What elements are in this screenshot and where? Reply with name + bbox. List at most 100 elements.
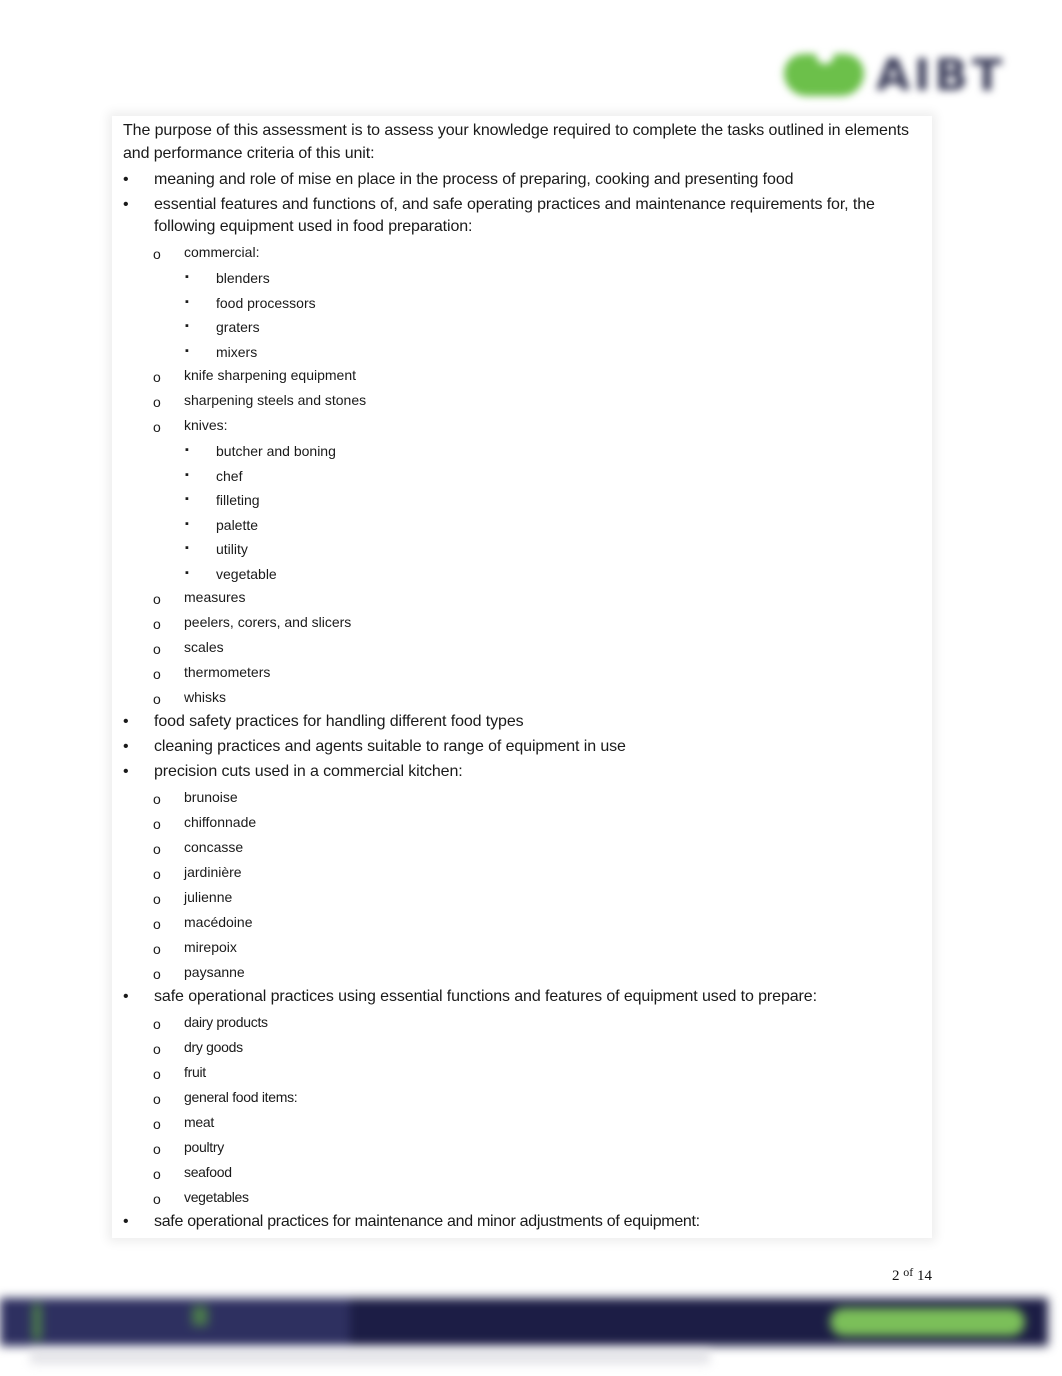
list-item-level-3: ▪ vegetable xyxy=(123,562,923,587)
list-item-text: butcher and boning xyxy=(216,443,336,459)
aibt-logo: AIBT xyxy=(778,48,1018,104)
list-item-text: palette xyxy=(216,516,259,533)
list-item-level-2: o jardinière xyxy=(123,861,923,886)
list-item-text: measures xyxy=(184,589,246,605)
page-number: 2 of 14 xyxy=(892,1265,932,1285)
list-item-level-2: o thermometers xyxy=(123,661,923,686)
list-item-level-3: ▪ utility xyxy=(123,537,923,562)
footer-left-block xyxy=(0,1298,350,1346)
knowledge-list: • meaning and role of mise en place in th… xyxy=(123,169,923,1233)
circle-bullet-icon: o xyxy=(153,369,161,385)
list-item-text: graters xyxy=(216,319,260,335)
list-item-level-1: • precision cuts used in a commercial kit… xyxy=(123,761,923,783)
list-item-level-3: ▪ chef xyxy=(123,464,923,489)
list-item-text: essential features and functions of, and… xyxy=(154,196,875,235)
circle-bullet-icon: o xyxy=(153,1091,161,1107)
list-item-level-3: ▪ graters xyxy=(123,315,923,340)
circle-bullet-icon: o xyxy=(153,841,161,857)
bullet-icon: • xyxy=(123,738,129,755)
list-item-text: poultry xyxy=(184,1139,224,1155)
footer-accent-icon xyxy=(192,1306,208,1326)
list-item-level-2: o scales xyxy=(123,636,923,661)
bullet-icon: • xyxy=(123,988,129,1005)
list-item-level-3: ▪ mixers xyxy=(123,340,923,365)
circle-bullet-icon: o xyxy=(153,966,161,982)
circle-bullet-icon: o xyxy=(153,591,161,607)
list-item-text: meaning and role of mise en place in the… xyxy=(154,171,794,188)
list-item-level-2: o mirepoix xyxy=(123,936,923,961)
list-item-text: knives: xyxy=(184,417,228,433)
list-item-level-3: ▪ butcher and boning xyxy=(123,439,923,464)
list-item-text: knife sharpening equipment xyxy=(184,367,357,383)
list-item-text: safe operational practices for maintenan… xyxy=(154,1213,700,1230)
circle-bullet-icon: o xyxy=(153,616,161,632)
list-item-level-2: o commercial: xyxy=(123,241,923,266)
square-bullet-icon: ▪ xyxy=(185,344,189,357)
list-item-text: thermometers xyxy=(184,664,271,680)
circle-bullet-icon: o xyxy=(153,791,161,807)
list-item-text: mixers xyxy=(216,343,258,360)
list-item-text: food processors xyxy=(216,294,316,311)
circle-bullet-icon: o xyxy=(153,1066,161,1082)
list-item-text: chef xyxy=(216,467,243,484)
list-item-level-2: o vegetables xyxy=(123,1186,923,1211)
circle-bullet-icon: o xyxy=(153,941,161,957)
circle-bullet-icon: o xyxy=(153,641,161,657)
circle-bullet-icon: o xyxy=(153,866,161,882)
list-item-level-2: o macédoine xyxy=(123,911,923,936)
list-item-level-2: o concasse xyxy=(123,836,923,861)
square-bullet-icon: ▪ xyxy=(185,444,189,456)
bullet-icon: • xyxy=(123,171,129,188)
list-item-text: concasse xyxy=(184,839,244,855)
list-item-level-1: • food safety practices for handling diff… xyxy=(123,711,923,733)
square-bullet-icon: ▪ xyxy=(185,271,189,283)
page-current: 2 xyxy=(892,1268,900,1284)
list-item-level-1: • meaning and role of mise en place in th… xyxy=(123,169,923,191)
circle-bullet-icon: o xyxy=(153,1116,161,1132)
circle-bullet-icon: o xyxy=(153,816,161,832)
list-item-level-2: o measures xyxy=(123,586,923,611)
circle-bullet-icon: o xyxy=(153,666,161,682)
list-item-level-1: • cleaning practices and agents suitable … xyxy=(123,736,923,758)
list-item-text: julienne xyxy=(184,889,233,905)
list-item-text: cleaning practices and agents suitable t… xyxy=(154,738,626,755)
list-item-text: food safety practices for handling diffe… xyxy=(154,713,524,730)
list-item-level-2: o chiffonnade xyxy=(123,811,923,836)
list-item-text: scales xyxy=(184,639,224,655)
circle-bullet-icon: o xyxy=(153,1141,161,1157)
list-item-level-2: o sharpening steels and stones xyxy=(123,389,923,414)
page-total: 14 xyxy=(917,1268,932,1284)
list-item-text: precision cuts used in a commercial kitc… xyxy=(154,763,463,780)
list-item-level-2: o general food items: xyxy=(123,1086,923,1111)
circle-bullet-icon: o xyxy=(153,1041,161,1057)
square-bullet-icon: ▪ xyxy=(185,493,189,505)
list-item-level-1: • safe operational practices using essent… xyxy=(123,986,923,1008)
logo-text: AIBT xyxy=(876,50,1006,101)
document-body: The purpose of this assessment is to ass… xyxy=(123,119,923,1236)
list-item-level-2: o dry goods xyxy=(123,1036,923,1061)
list-item-text: brunoise xyxy=(184,789,238,805)
list-item-level-2: o seafood xyxy=(123,1161,923,1186)
logo-mark-icon xyxy=(784,48,864,96)
circle-bullet-icon: o xyxy=(153,891,161,907)
list-item-text: utility xyxy=(216,541,248,557)
footer-band xyxy=(0,1298,1048,1346)
square-bullet-icon: ▪ xyxy=(185,468,189,481)
list-item-text: blenders xyxy=(216,270,270,286)
circle-bullet-icon: o xyxy=(153,394,161,410)
list-item-text: general food items: xyxy=(184,1089,298,1105)
list-item-text: seafood xyxy=(184,1164,232,1180)
page-of-label: of xyxy=(903,1265,914,1279)
circle-bullet-icon: o xyxy=(153,1166,161,1182)
square-bullet-icon: ▪ xyxy=(185,295,189,308)
square-bullet-icon: ▪ xyxy=(185,566,189,579)
list-item-text: dairy products xyxy=(184,1014,268,1030)
list-item-text: safe operational practices using essenti… xyxy=(154,988,817,1005)
list-item-level-2: o poultry xyxy=(123,1136,923,1161)
footer-subtext xyxy=(30,1350,710,1364)
square-bullet-icon: ▪ xyxy=(185,542,189,554)
list-item-text: vegetables xyxy=(184,1189,249,1205)
list-item-text: jardinière xyxy=(184,864,242,880)
bullet-icon: • xyxy=(123,1213,129,1230)
square-bullet-icon: ▪ xyxy=(185,517,189,530)
